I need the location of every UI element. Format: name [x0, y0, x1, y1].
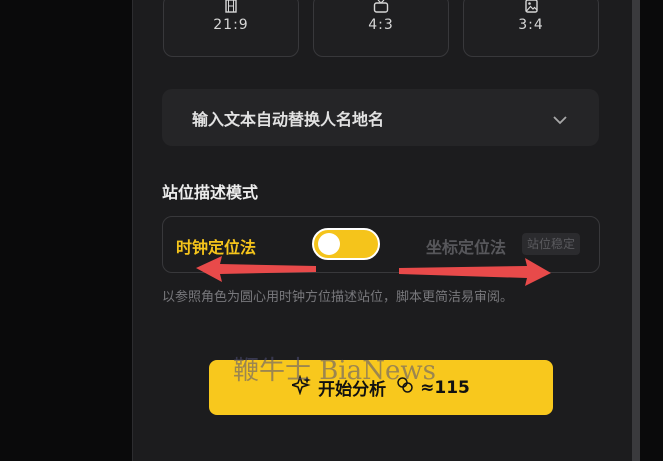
dropdown-label: 输入文本自动替换人名地名 — [192, 110, 385, 129]
sparkle-icon — [289, 374, 312, 400]
chevron-down-icon — [553, 110, 567, 129]
start-analysis-button[interactable]: 开始分析 ≈115 — [209, 360, 553, 415]
ratio-option-3-4[interactable]: 3:4 — [463, 0, 599, 57]
film-icon — [164, 0, 298, 13]
clock-mode-option[interactable]: 时钟定位法 — [176, 234, 256, 258]
tv-icon — [314, 0, 448, 13]
ratio-option-21-9[interactable]: 21:9 — [163, 0, 299, 57]
section-title: 站位描述模式 — [162, 183, 259, 202]
scrollbar[interactable] — [632, 0, 640, 461]
position-mode-switcher: 时钟定位法 坐标定位法 站位稳定 — [162, 216, 600, 273]
ratio-label: 4:3 — [368, 17, 394, 33]
ratio-label: 3:4 — [518, 17, 544, 33]
stability-badge: 站位稳定 — [522, 233, 581, 255]
ratio-label: 21:9 — [213, 17, 249, 33]
coins-icon — [396, 376, 414, 399]
mode-hint: 以参照角色为圆心用时钟方位描述站位，脚本更简洁易审阅。 — [162, 290, 514, 305]
image-icon — [464, 0, 598, 13]
ratio-option-4-3[interactable]: 4:3 — [313, 0, 449, 57]
mode-toggle[interactable] — [312, 228, 380, 260]
start-label: 开始分析 — [318, 380, 387, 400]
cost-value: ≈115 — [420, 377, 470, 398]
toggle-knob — [318, 233, 340, 255]
coordinate-mode-option[interactable]: 坐标定位法 — [426, 234, 506, 258]
name-replace-dropdown[interactable]: 输入文本自动替换人名地名 — [162, 89, 599, 146]
